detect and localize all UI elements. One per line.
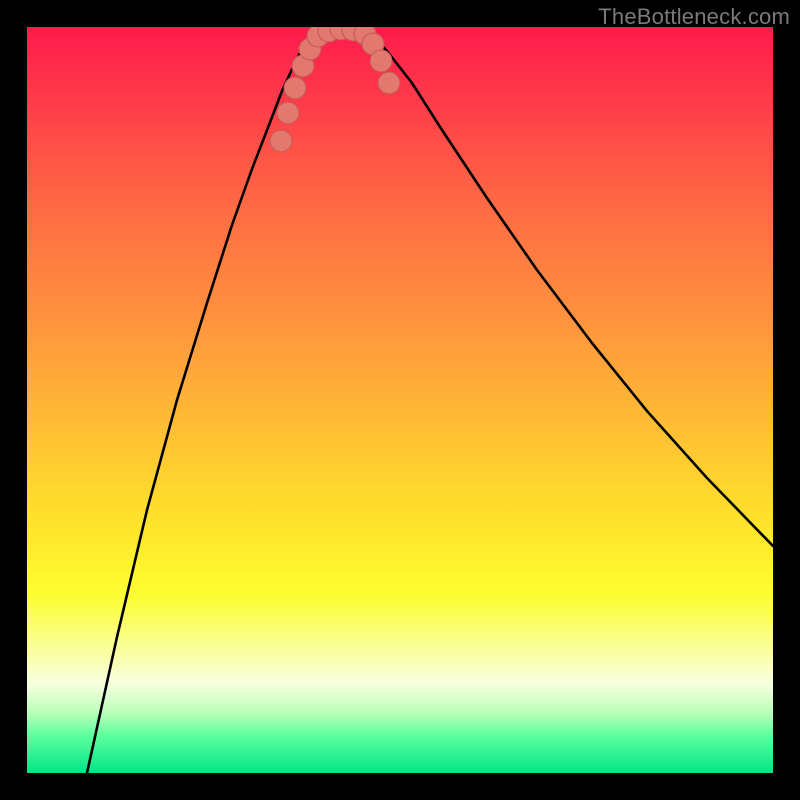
highlight-dot	[284, 77, 306, 99]
highlight-dot	[270, 130, 292, 152]
highlight-dot	[378, 72, 400, 94]
watermark-text: TheBottleneck.com	[598, 4, 790, 30]
highlight-dot	[277, 102, 299, 124]
outer-frame: TheBottleneck.com	[0, 0, 800, 800]
highlight-dot	[370, 50, 392, 72]
plot-gradient-background	[27, 27, 773, 773]
highlight-dots-group	[27, 27, 773, 773]
